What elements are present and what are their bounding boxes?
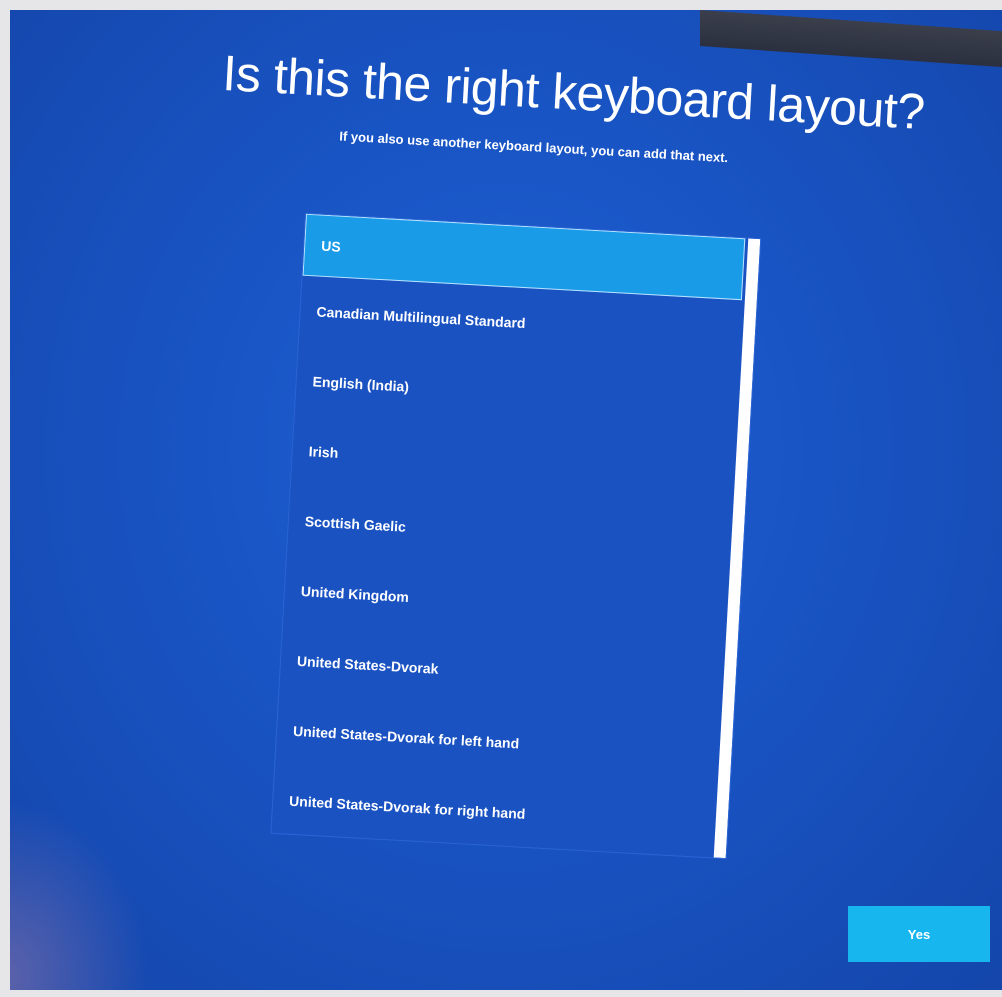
- list-item-label: US: [320, 237, 342, 255]
- page-title: Is this the right keyboard layout?: [221, 44, 927, 141]
- list-item-label: Canadian Multilingual Standard: [316, 303, 526, 332]
- list-item-label: United States-Dvorak for left hand: [292, 722, 520, 752]
- setup-content: Is this the right keyboard layout? If yo…: [10, 10, 1002, 990]
- photo-frame: Is this the right keyboard layout? If yo…: [0, 0, 1002, 997]
- page-subtitle: If you also use another keyboard layout,…: [338, 128, 729, 166]
- yes-button[interactable]: Yes: [848, 906, 990, 962]
- list-item-label: Scottish Gaelic: [304, 513, 407, 535]
- keyboard-layout-list[interactable]: US Canadian Multilingual Standard Englis…: [270, 212, 762, 860]
- list-item-label: United States-Dvorak for right hand: [288, 792, 526, 822]
- list-item-label: United States-Dvorak: [296, 652, 439, 677]
- list-item-label: United Kingdom: [300, 583, 410, 606]
- setup-screen: Is this the right keyboard layout? If yo…: [10, 10, 1002, 990]
- list-item-label: Irish: [308, 443, 339, 461]
- screen-glare: [10, 800, 150, 990]
- list-item-united-states-dvorak-right-hand[interactable]: United States-Dvorak for right hand: [272, 769, 715, 855]
- list-item-label: English (India): [312, 373, 410, 395]
